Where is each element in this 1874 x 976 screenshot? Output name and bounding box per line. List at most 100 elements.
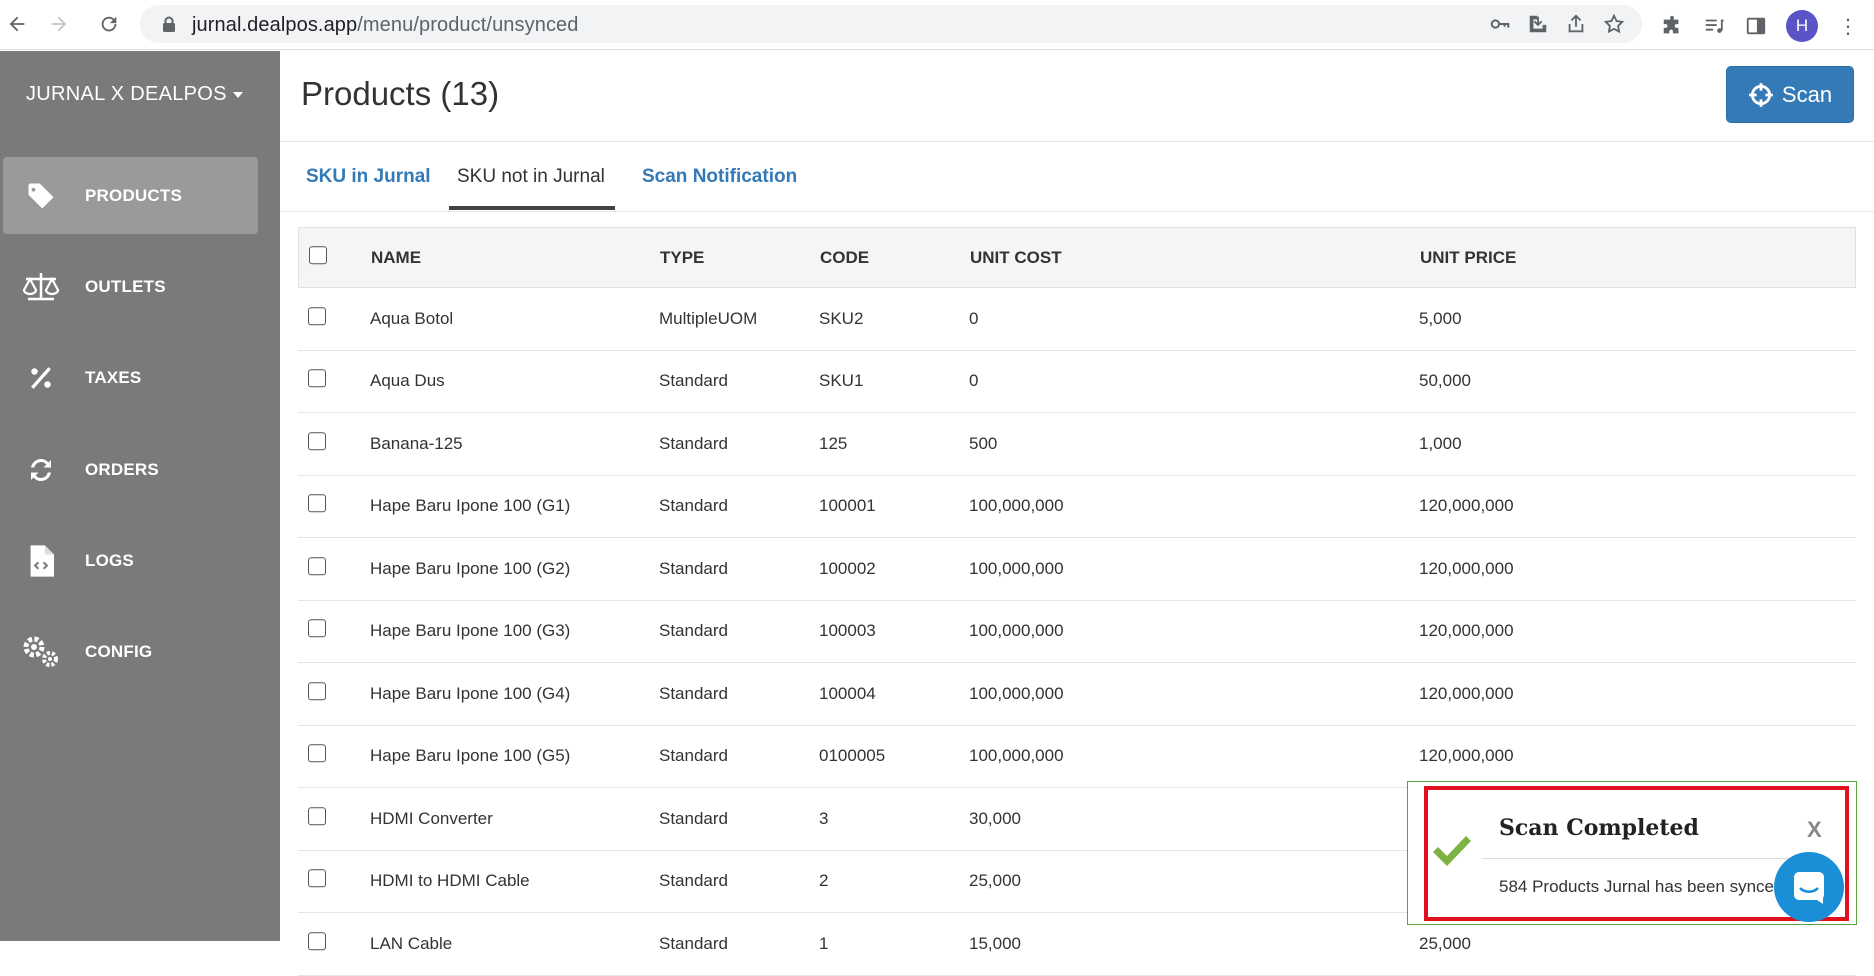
scan-button[interactable]: Scan <box>1726 66 1854 123</box>
forward-icon[interactable] <box>42 7 76 41</box>
cell-type: Standard <box>659 933 728 953</box>
active-tab-indicator <box>449 206 615 210</box>
row-checkbox[interactable] <box>308 307 326 326</box>
table-row[interactable]: Aqua Dus Standard SKU1 0 50,000 <box>298 351 1856 413</box>
row-checkbox[interactable] <box>308 682 326 701</box>
cell-code: SKU2 <box>819 308 864 328</box>
sidebar-item-orders[interactable]: ORDERS <box>3 431 258 508</box>
key-icon[interactable] <box>1488 12 1512 36</box>
cell-name: HDMI to HDMI Cable <box>370 871 530 891</box>
cell-type: MultipleUOM <box>659 308 758 328</box>
cell-name: Hape Baru Ipone 100 (G1) <box>370 496 571 516</box>
url-text: jurnal.dealpos.app/menu/product/unsynced <box>192 14 579 36</box>
row-checkbox[interactable] <box>308 369 326 388</box>
media-playlist-icon[interactable] <box>1702 14 1726 38</box>
cell-type: Standard <box>659 746 728 766</box>
chat-launcher-button[interactable] <box>1774 852 1844 922</box>
row-checkbox[interactable] <box>308 744 326 763</box>
bookmark-star-icon[interactable] <box>1602 12 1626 36</box>
table-row[interactable]: Hape Baru Ipone 100 (G4) Standard 100004 10… <box>298 663 1856 726</box>
table-header: NAME TYPE CODE UNIT COST UNIT PRICE <box>298 227 1856 288</box>
sidebar-item-config[interactable]: CONFIG <box>3 613 258 690</box>
row-checkbox[interactable] <box>308 494 326 513</box>
cell-unit-price: 120,000,000 <box>1419 746 1514 766</box>
sidebar-item-products[interactable]: PRODUCTS <box>3 157 258 234</box>
cell-name: Aqua Botol <box>370 308 454 328</box>
column-header-unit-price[interactable]: UNIT PRICE <box>1420 248 1516 268</box>
code-file-icon <box>21 541 61 581</box>
tab-sku-in-jurnal[interactable]: SKU in Jurnal <box>306 166 431 188</box>
cell-name: HDMI Converter <box>370 808 493 828</box>
cell-unit-price: 1,000 <box>1419 433 1462 453</box>
cell-unit-price: 120,000,000 <box>1419 621 1514 641</box>
cell-unit-price: 50,000 <box>1419 371 1471 391</box>
column-header-unit-cost[interactable]: UNIT COST <box>970 248 1062 268</box>
install-app-icon[interactable] <box>1526 12 1550 36</box>
scale-icon <box>21 267 61 307</box>
row-checkbox[interactable] <box>308 619 326 638</box>
cell-unit-cost: 100,000,000 <box>969 496 1064 516</box>
browser-menu-icon[interactable]: ⋮ <box>1836 14 1860 38</box>
cell-name: Aqua Dus <box>370 371 445 391</box>
cell-unit-cost: 30,000 <box>969 808 1021 828</box>
cell-unit-cost: 15,000 <box>969 933 1021 953</box>
cell-type: Standard <box>659 433 728 453</box>
browser-toolbar: jurnal.dealpos.app/menu/product/unsynced… <box>0 0 1874 50</box>
checkmark-icon <box>1433 836 1471 866</box>
side-panel-icon[interactable] <box>1744 14 1768 38</box>
row-checkbox[interactable] <box>308 869 326 888</box>
share-icon[interactable] <box>1564 12 1588 36</box>
column-header-type[interactable]: TYPE <box>660 248 704 268</box>
row-checkbox[interactable] <box>308 807 326 826</box>
tab-sku-not-in-jurnal[interactable]: SKU not in Jurnal <box>457 166 605 188</box>
profile-avatar[interactable]: H <box>1786 10 1818 42</box>
cell-unit-price: 120,000,000 <box>1419 496 1514 516</box>
table-row[interactable]: Hape Baru Ipone 100 (G5) Standard 0100005 1… <box>298 726 1856 788</box>
cell-unit-price: 120,000,000 <box>1419 683 1514 703</box>
sidebar-item-outlets[interactable]: OUTLETS <box>3 248 258 325</box>
sidebar-item-taxes[interactable]: TAXES <box>3 339 258 416</box>
brand-menu[interactable]: JURNAL X DEALPOS <box>26 83 243 106</box>
cell-unit-price: 25,000 <box>1419 933 1471 953</box>
cell-type: Standard <box>659 871 728 891</box>
address-bar[interactable]: jurnal.dealpos.app/menu/product/unsynced <box>140 5 1642 43</box>
cell-unit-cost: 100,000,000 <box>969 621 1064 641</box>
table-row[interactable]: Hape Baru Ipone 100 (G1) Standard 100001 10… <box>298 476 1856 538</box>
extensions-puzzle-icon[interactable] <box>1660 14 1684 38</box>
column-header-code[interactable]: CODE <box>820 248 869 268</box>
row-checkbox[interactable] <box>308 432 326 451</box>
lock-icon <box>163 16 175 32</box>
table-row[interactable]: Hape Baru Ipone 100 (G2) Standard 100002 10… <box>298 538 1856 601</box>
select-all-checkbox[interactable] <box>309 245 327 264</box>
table-row[interactable]: Hape Baru Ipone 100 (G3) Standard 100003 10… <box>298 601 1856 663</box>
percent-icon <box>21 358 61 398</box>
back-icon[interactable] <box>0 7 34 41</box>
cell-unit-cost: 0 <box>969 371 979 391</box>
row-checkbox[interactable] <box>308 557 326 576</box>
cell-type: Standard <box>659 496 728 516</box>
column-header-name[interactable]: NAME <box>371 248 421 268</box>
sidebar-item-logs[interactable]: LOGS <box>3 522 258 599</box>
reload-icon[interactable] <box>92 7 126 41</box>
toast-close-button[interactable]: X <box>1807 817 1822 843</box>
cell-code: 100002 <box>819 558 876 578</box>
cell-unit-cost: 0 <box>969 308 979 328</box>
caret-down-icon <box>232 91 243 98</box>
cell-unit-cost: 100,000,000 <box>969 746 1064 766</box>
tab-scan-notification[interactable]: Scan Notification <box>642 166 797 188</box>
cell-unit-price: 5,000 <box>1419 308 1462 328</box>
cell-code: 2 <box>819 871 829 891</box>
cell-name: Hape Baru Ipone 100 (G4) <box>370 683 571 703</box>
sidebar-item-label: LOGS <box>85 550 134 570</box>
sidebar-item-label: PRODUCTS <box>85 185 182 205</box>
cell-name: Hape Baru Ipone 100 (G5) <box>370 746 571 766</box>
scan-button-label: Scan <box>1781 81 1833 107</box>
table-row[interactable]: Aqua Botol MultipleUOM SKU2 0 5,000 <box>298 288 1856 351</box>
cell-code: 1 <box>819 933 829 953</box>
table-row[interactable]: Banana-125 Standard 125 500 1,000 <box>298 413 1856 476</box>
cell-type: Standard <box>659 621 728 641</box>
row-checkbox[interactable] <box>308 932 326 951</box>
toast-message: 584 Products Jurnal has been synced <box>1499 877 1784 896</box>
cell-name: Banana-125 <box>370 433 463 453</box>
cell-code: 100003 <box>819 621 876 641</box>
